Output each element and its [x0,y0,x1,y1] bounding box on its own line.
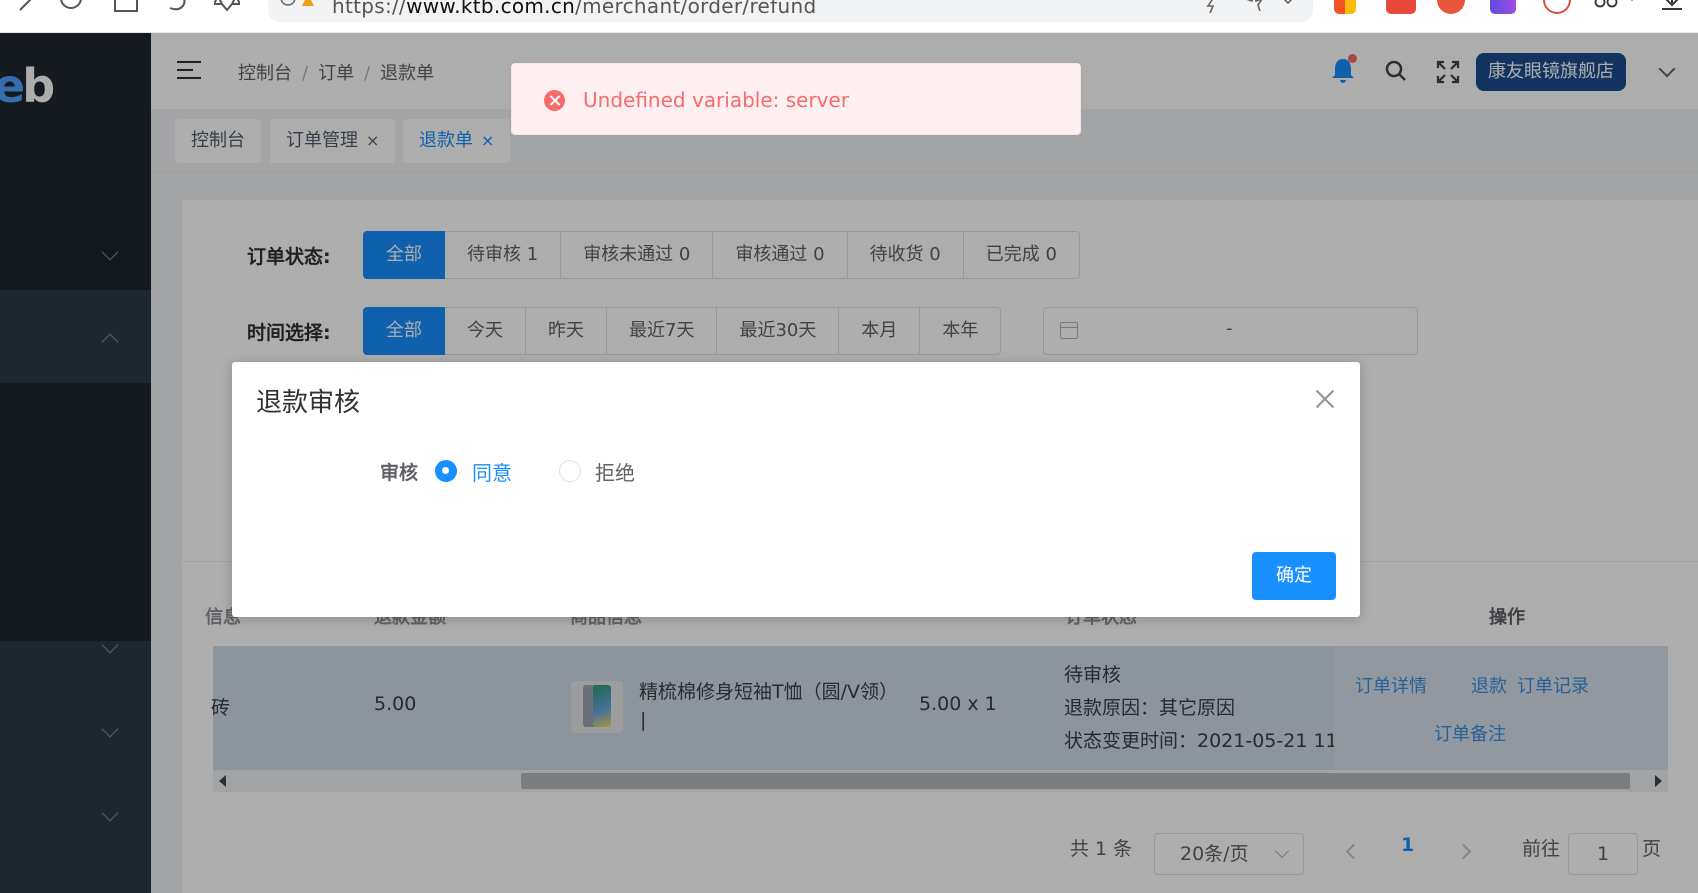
dropdown-icon[interactable] [1280,0,1296,12]
bookmark-star-icon[interactable] [212,0,242,14]
confirm-button[interactable]: 确定 [1252,552,1336,600]
home-icon[interactable] [112,0,140,14]
url-text: https://www.ktb.com.cn/merchant/order/re… [332,0,817,18]
extension-purple-icon[interactable] [1490,0,1516,14]
error-message-toast: Undefined variable: server [511,63,1081,135]
dialog-title: 退款审核 [256,388,361,418]
approve-radio[interactable] [435,460,457,482]
extension-red-icon[interactable] [1386,0,1416,14]
browser-toolbar: https://www.ktb.com.cn/merchant/order/re… [0,0,1698,33]
favorite-icon[interactable] [1244,0,1264,13]
back-icon[interactable] [18,0,36,14]
address-bar[interactable]: https://www.ktb.com.cn/merchant/order/re… [268,0,1313,22]
undo-icon[interactable] [166,0,190,14]
lightning-icon[interactable] [1202,0,1222,15]
extension-rss-icon[interactable] [1543,0,1571,14]
extension-orange-icon[interactable] [1437,0,1465,14]
reload-icon[interactable] [58,0,84,12]
scissors-icon[interactable] [1594,0,1640,10]
refund-review-dialog: 退款审核 审核 同意 拒绝 确定 [232,362,1360,617]
extension-windows-icon[interactable] [1334,0,1356,14]
reject-radio[interactable] [559,460,581,482]
site-info-icon[interactable] [280,0,316,12]
review-label: 审核 [380,462,419,484]
download-icon[interactable] [1660,0,1684,12]
reject-radio-label[interactable]: 拒绝 [595,457,635,486]
error-message-text: Undefined variable: server [583,88,850,112]
approve-radio-label[interactable]: 同意 [472,457,512,486]
error-icon [544,90,565,111]
close-icon[interactable] [1315,389,1335,409]
